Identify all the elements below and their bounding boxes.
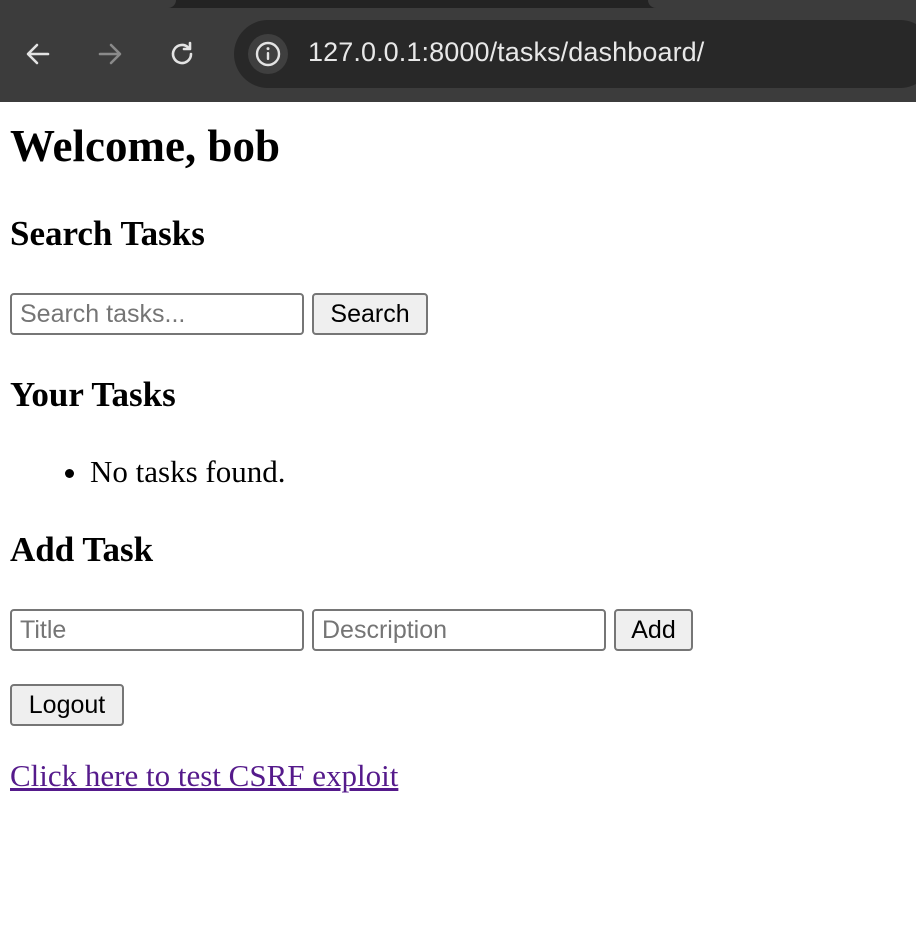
browser-tab[interactable] bbox=[0, 0, 176, 8]
search-button[interactable]: Search bbox=[312, 293, 428, 335]
csrf-exploit-link[interactable]: Click here to test CSRF exploit bbox=[10, 758, 398, 794]
forward-arrow-icon bbox=[98, 43, 122, 65]
browser-toolbar: 127.0.0.1:8000/tasks/dashboard/ bbox=[0, 0, 916, 102]
search-tasks-heading: Search Tasks bbox=[10, 214, 205, 253]
search-input[interactable] bbox=[10, 293, 304, 335]
tab-strip bbox=[0, 0, 916, 8]
info-icon bbox=[255, 41, 281, 67]
logout-button[interactable]: Logout bbox=[10, 684, 124, 726]
list-item: No tasks found. bbox=[90, 452, 285, 492]
description-input[interactable] bbox=[312, 609, 606, 651]
add-task-heading: Add Task bbox=[10, 530, 154, 569]
title-input[interactable] bbox=[10, 609, 304, 651]
back-button[interactable] bbox=[20, 36, 56, 72]
reload-button[interactable] bbox=[164, 36, 200, 72]
welcome-heading: Welcome, bob bbox=[10, 121, 280, 171]
url-text: 127.0.0.1:8000/tasks/dashboard/ bbox=[308, 37, 705, 67]
browser-tab[interactable] bbox=[648, 0, 916, 8]
reload-icon bbox=[171, 41, 193, 65]
add-task-button[interactable]: Add bbox=[614, 609, 693, 651]
site-info-button[interactable] bbox=[248, 34, 288, 74]
task-list: No tasks found. bbox=[10, 452, 285, 492]
forward-button[interactable] bbox=[92, 36, 128, 72]
your-tasks-heading: Your Tasks bbox=[10, 375, 176, 414]
address-bar[interactable]: 127.0.0.1:8000/tasks/dashboard/ bbox=[234, 20, 916, 88]
back-arrow-icon bbox=[26, 43, 50, 65]
